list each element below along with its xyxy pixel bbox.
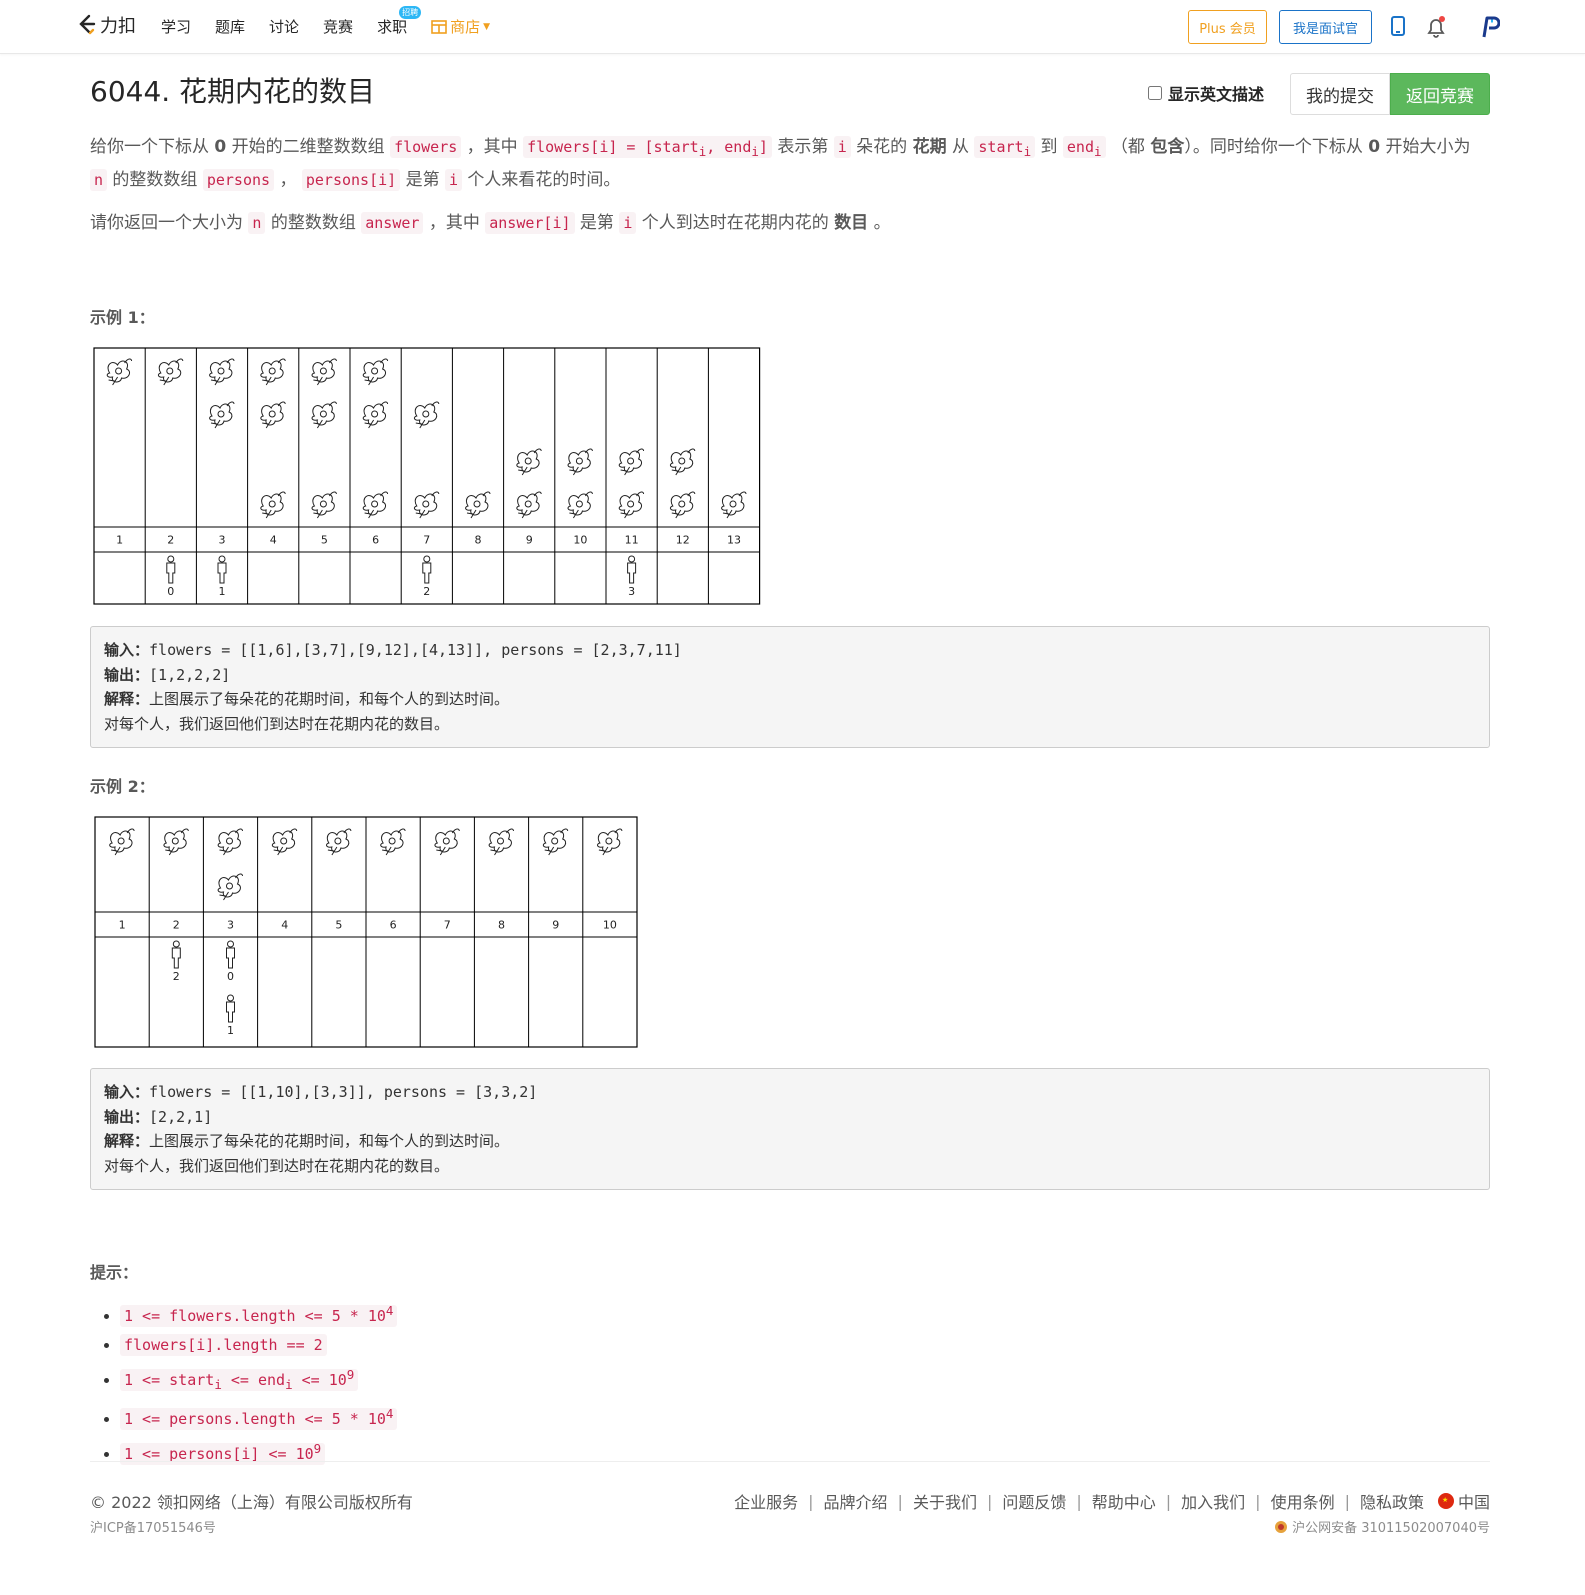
time-tick-label: 2 <box>167 534 174 547</box>
logo-text: 力扣 <box>100 16 136 37</box>
example-1-figure: 1 2 3 4 5 6 7 8 9 10 11 12 130 1 2 3 <box>93 347 761 605</box>
leetcode-logo-icon <box>79 14 96 35</box>
time-tick-label: 12 <box>676 534 690 547</box>
time-tick-label: 9 <box>526 534 533 547</box>
time-tick-label: 5 <box>335 919 342 932</box>
footer-link-terms[interactable]: 使用条例 <box>1271 1489 1335 1513</box>
description-paragraph-1: 给你一个下标从 0 开始的二维整数数组 flowers ，其中 flowers[… <box>90 136 1471 191</box>
back-to-contest-button[interactable]: 返回竞赛 <box>1390 73 1490 115</box>
time-tick-label: 1 <box>119 919 126 932</box>
time-tick-label: 6 <box>372 534 379 547</box>
footer-link-brand[interactable]: 品牌介绍 <box>824 1489 888 1513</box>
nav-item-problems[interactable]: 题库 <box>215 16 245 37</box>
nav-item-contest[interactable]: 竞赛 <box>323 16 353 37</box>
footer-link-join[interactable]: 加入我们 <box>1181 1489 1245 1513</box>
store-icon <box>431 19 447 34</box>
police-record[interactable]: 沪公网安备 31011502007040号 <box>1274 1517 1490 1536</box>
person-label: 0 <box>227 970 234 983</box>
copyright-text: © 2022 领扣网络（上海）有限公司版权所有 <box>90 1493 413 1512</box>
time-tick-label: 6 <box>390 919 397 932</box>
person-label: 3 <box>628 585 635 598</box>
constraint-item: 1 <= persons[i] <= 109 <box>120 1434 890 1469</box>
constraint-item: 1 <= starti <= endi <= 109 <box>120 1360 890 1399</box>
constraint-item: 1 <= persons.length <= 5 * 104 <box>120 1399 890 1434</box>
time-tick-label: 1 <box>116 534 123 547</box>
region-label: 中国 <box>1457 1493 1490 1512</box>
svg-text:★: ★ <box>1442 1496 1448 1504</box>
jobs-label: 求职 <box>377 18 408 36</box>
footer-link-enterprise[interactable]: 企业服务 <box>734 1489 798 1513</box>
time-tick-label: 11 <box>625 534 639 547</box>
example-2-code-block: 输入：flowers = [[1,10],[3,3]], persons = [… <box>90 1068 1490 1190</box>
icp-license-link[interactable]: 沪ICP备17051546号 <box>90 1517 216 1536</box>
footer-links: 企业服务 | 品牌介绍 | 关于我们 | 问题反馈 | 帮助中心 | 加入我们 | 使用条例… <box>734 1489 1490 1513</box>
nav-item-learn[interactable]: 学习 <box>161 16 191 37</box>
person-label: 2 <box>173 970 180 983</box>
show-english-label: 显示英文描述 <box>1168 85 1265 104</box>
hire-badge: 招聘 <box>399 6 422 19</box>
footer-link-privacy[interactable]: 隐私政策 <box>1360 1489 1424 1513</box>
time-tick-label: 3 <box>219 534 226 547</box>
plus-membership-button[interactable]: Plus 会员 <box>1188 10 1267 44</box>
time-tick-label: 13 <box>727 534 741 547</box>
time-tick-label: 4 <box>270 534 277 547</box>
person-label: 1 <box>219 585 226 598</box>
time-tick-label: 7 <box>444 919 451 932</box>
police-badge-icon <box>1275 1520 1288 1533</box>
constraint-item: 1 <= flowers.length <= 5 * 104 <box>120 1296 890 1331</box>
footer-link-help[interactable]: 帮助中心 <box>1092 1489 1156 1513</box>
example-2-figure: 1 2 3 4 5 6 7 8 9 10 2 0 1 <box>94 816 638 1048</box>
time-tick-label: 5 <box>321 534 328 547</box>
region-selector[interactable]: ★ 中国 <box>1437 1489 1490 1513</box>
leetcode-logo[interactable]: 力扣 <box>76 12 136 38</box>
nav-item-jobs[interactable]: 求职 招聘 <box>377 6 422 37</box>
time-tick-label: 2 <box>173 919 180 932</box>
problem-title: 6044. 花期内花的数目 <box>90 75 376 108</box>
person-label: 0 <box>167 585 174 598</box>
time-tick-label: 8 <box>475 534 482 547</box>
example-1-heading: 示例 1： <box>90 308 155 327</box>
time-tick-label: 4 <box>281 919 288 932</box>
person-label: 1 <box>227 1024 234 1037</box>
nav-item-discuss[interactable]: 讨论 <box>269 16 299 37</box>
footer-link-feedback[interactable]: 问题反馈 <box>1002 1489 1066 1513</box>
user-avatar-icon[interactable] <box>1478 15 1500 39</box>
footer-divider <box>90 1461 1490 1462</box>
mobile-app-icon[interactable] <box>1390 15 1406 37</box>
store-label: 商店 <box>450 18 481 36</box>
hints-heading: 提示： <box>90 1263 139 1282</box>
time-tick-label: 9 <box>552 919 559 932</box>
china-flag-icon: ★ <box>1437 1493 1454 1509</box>
time-tick-label: 7 <box>423 534 430 547</box>
interviewer-button[interactable]: 我是面试官 <box>1279 10 1372 44</box>
time-tick-label: 10 <box>573 534 587 547</box>
notification-bell-icon[interactable] <box>1424 15 1448 39</box>
time-tick-label: 3 <box>227 919 234 932</box>
time-tick-label: 8 <box>498 919 505 932</box>
example-2-heading: 示例 2： <box>90 777 155 796</box>
constraint-item: flowers[i].length == 2 <box>120 1331 890 1360</box>
footer-link-about[interactable]: 关于我们 <box>913 1489 977 1513</box>
caret-down-icon: ▼ <box>483 21 491 32</box>
person-label: 2 <box>423 585 430 598</box>
police-record-text: 沪公网安备 31011502007040号 <box>1292 1521 1490 1536</box>
nav-item-store[interactable]: 商店 ▼ <box>431 16 490 37</box>
show-english-toggle[interactable]: 显示英文描述 <box>1148 81 1264 105</box>
show-english-checkbox[interactable] <box>1148 86 1162 100</box>
description-paragraph-2: 请你返回一个大小为 n 的整数数组 answer ，其中 answer[i] 是… <box>90 212 891 234</box>
my-submissions-button[interactable]: 我的提交 <box>1290 73 1390 115</box>
top-navbar: 力扣 学习 题库 讨论 竞赛 求职 招聘 商店 ▼ Plus 会员 我是面试官 <box>0 0 1585 54</box>
time-tick-label: 10 <box>603 919 617 932</box>
constraints-list: 1 <= flowers.length <= 5 * 104 flowers[i… <box>90 1296 890 1469</box>
example-1-code-block: 输入：flowers = [[1,6],[3,7],[9,12],[4,13]]… <box>90 626 1490 748</box>
